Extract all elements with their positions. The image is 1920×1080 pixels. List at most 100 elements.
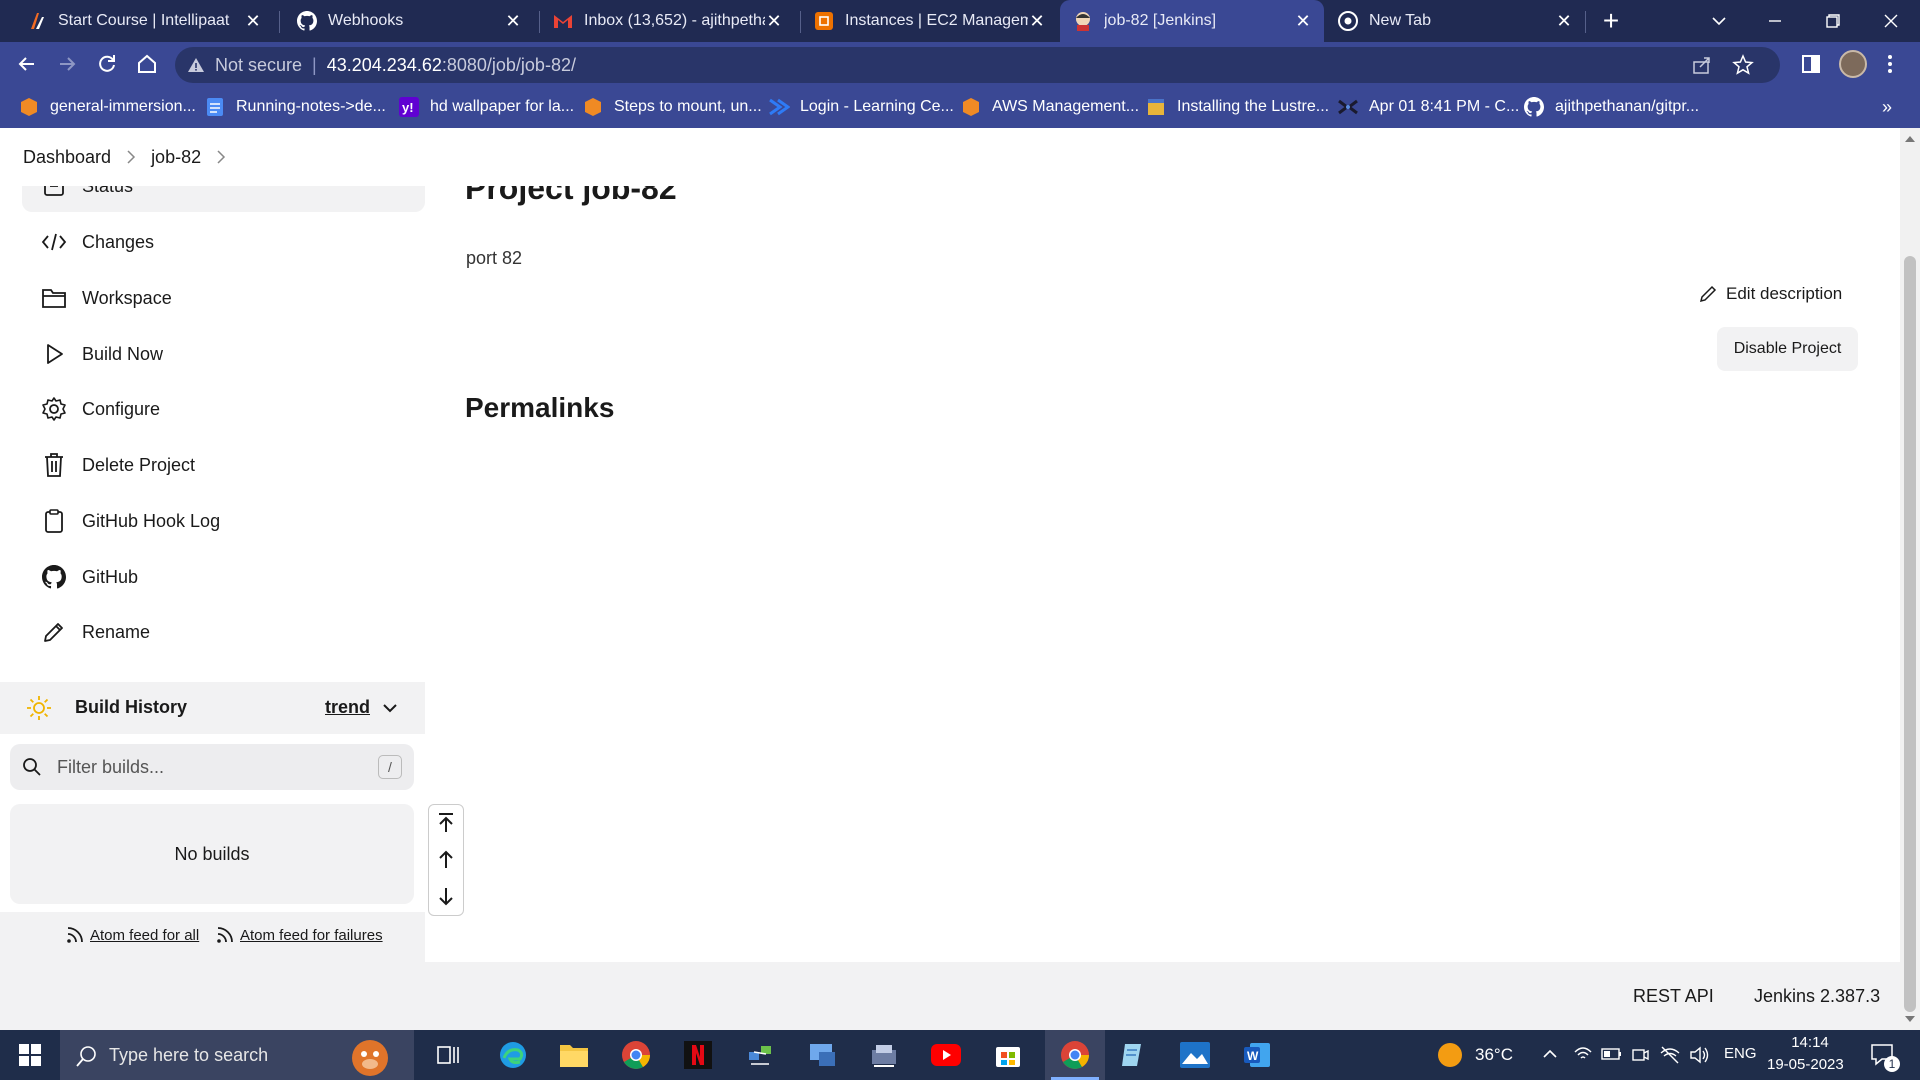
bookmark-apr-01[interactable]: Apr 01 8:41 PM - C... [1337,87,1519,127]
chevron-down-icon[interactable] [380,698,400,718]
side-item-rename[interactable]: Rename [40,610,150,654]
jenkins-version-link[interactable]: Jenkins 2.387.3 [1754,986,1880,1007]
tab-gmail[interactable]: Inbox (13,652) - ajithpethan ✕ [540,0,795,42]
filter-builds-input[interactable]: Filter builds... / [10,744,414,790]
word-icon[interactable]: W [1239,1037,1275,1073]
bookmark-label: Login - Learning Ce... [800,98,954,115]
profile-avatar[interactable] [1839,50,1867,78]
clock-time[interactable]: 14:14 [1775,1034,1845,1051]
atom-feed-failures-link[interactable]: Atom feed for failures [216,926,383,944]
arrow-down-icon[interactable] [435,885,457,909]
network-muted-icon[interactable] [1659,1045,1681,1065]
weather-temperature[interactable]: 36°C [1475,1045,1513,1065]
scroll-down-arrow-icon[interactable] [1905,1016,1915,1022]
breadcrumb: Dashboard job-82 [0,128,1900,186]
side-item-build-now[interactable]: Build Now [40,332,163,376]
reload-icon[interactable] [94,51,120,77]
page-scrollbar[interactable] [1900,128,1920,1030]
address-bar[interactable]: Not secure | 43.204.234.62 :8080/job/job… [175,47,1780,83]
share-icon[interactable] [1692,55,1712,75]
minimize-icon[interactable] [1762,8,1788,34]
bookmark-running-notes[interactable]: Running-notes->de... [204,87,386,127]
side-item-delete-project[interactable]: Delete Project [40,443,195,487]
restore-icon[interactable] [1820,8,1846,34]
tray-chevron-up-icon[interactable] [1541,1045,1559,1063]
new-tab-button[interactable]: + [1596,6,1626,36]
bookmark-login-learning[interactable]: Login - Learning Ce... [768,87,954,127]
arrow-up-icon[interactable] [435,847,457,871]
chrome-icon[interactable] [618,1037,654,1073]
disable-project-button[interactable]: Disable Project [1717,327,1858,371]
language-indicator[interactable]: ENG [1724,1045,1757,1062]
scroll-up-arrow-icon[interactable] [1905,136,1915,142]
side-item-github[interactable]: GitHub [40,555,138,599]
weather-sun-icon[interactable] [1438,1043,1462,1067]
close-icon[interactable]: ✕ [1555,11,1573,32]
scroll-to-top-icon[interactable] [435,811,457,835]
microsoft-store-icon[interactable] [990,1037,1026,1073]
wifi-icon[interactable] [1573,1045,1593,1063]
breadcrumb-dashboard[interactable]: Dashboard [23,147,111,168]
tab-jenkins-active[interactable]: job-82 [Jenkins] ✕ [1060,0,1324,42]
windows-start-icon[interactable] [12,1037,48,1073]
close-icon[interactable]: ✕ [1028,11,1046,32]
trend-link[interactable]: trend [325,697,370,718]
bookmark-general-immersion[interactable]: general-immersion... [18,87,196,127]
forward-arrow-icon[interactable] [54,51,80,77]
tab-search-chevron-icon[interactable] [1706,8,1732,34]
notification-count-badge: 1 [1884,1056,1900,1072]
task-view-icon[interactable] [430,1037,466,1073]
close-icon[interactable]: ✕ [504,11,522,32]
kebab-menu-icon[interactable] [1884,52,1896,76]
file-explorer-icon[interactable] [556,1037,592,1073]
bookmark-hd-wallpaper[interactable]: y! hd wallpaper for la... [398,87,574,127]
terminal-app-icon[interactable] [866,1037,902,1073]
bookmark-installing-lustre[interactable]: Installing the Lustre... [1145,87,1329,127]
network-app-icon[interactable] [742,1037,778,1073]
remote-desktop-icon[interactable] [804,1037,840,1073]
side-item-github-hook-log[interactable]: GitHub Hook Log [40,499,220,543]
tab-webhooks[interactable]: Webhooks ✕ [284,0,534,42]
side-item-workspace[interactable]: Workspace [40,276,172,320]
side-item-changes[interactable]: Changes [40,220,154,264]
bookmark-github-gitpr[interactable]: ajithpethanan/gitpr... [1523,87,1699,127]
clock-date[interactable]: 19-05-2023 [1767,1056,1844,1073]
window-close-icon[interactable] [1878,8,1904,34]
bookmark-steps-to-mount[interactable]: Steps to mount, un... [582,87,762,127]
youtube-icon[interactable] [928,1037,964,1073]
bookmark-label: ajithpethanan/gitpr... [1555,98,1700,115]
edge-browser-icon[interactable] [495,1037,531,1073]
chevron-right-icon[interactable] [215,149,227,165]
edit-description-link[interactable]: Edit description [1698,284,1842,304]
side-item-label: Rename [82,621,151,642]
taskbar-active-chrome[interactable] [1045,1030,1105,1080]
warning-triangle-icon[interactable] [187,56,205,74]
battery-icon[interactable] [1601,1046,1623,1062]
close-icon[interactable]: ✕ [244,11,262,32]
home-icon[interactable] [134,51,160,77]
netflix-icon[interactable] [680,1037,716,1073]
photos-icon[interactable] [1177,1037,1213,1073]
scrollbar-thumb[interactable] [1904,256,1916,1012]
atom-feed-all-link[interactable]: Atom feed for all [66,926,199,944]
tab-intellipaat[interactable]: Start Course | Intellipaat ✕ [14,0,274,42]
side-panel-icon[interactable] [1800,53,1822,75]
rest-api-link[interactable]: REST API [1633,986,1714,1007]
code-icon [40,228,68,256]
atom-feed-all-label: Atom feed for all [90,926,200,944]
bookmarks-overflow-button[interactable]: » [1882,87,1892,127]
tab-ec2[interactable]: Instances | EC2 Managemen ✕ [801,0,1058,42]
close-icon[interactable]: ✕ [765,11,783,32]
taskbar-search-box[interactable]: Type here to search [60,1030,414,1080]
star-icon[interactable] [1732,54,1754,76]
side-item-configure[interactable]: Configure [40,387,160,431]
notepad-icon[interactable] [1115,1037,1151,1073]
meet-now-icon[interactable] [1630,1045,1650,1065]
tab-new-tab[interactable]: New Tab ✕ [1325,0,1585,42]
volume-icon[interactable] [1689,1045,1711,1065]
breadcrumb-job[interactable]: job-82 [151,147,201,168]
security-label[interactable]: Not secure [215,55,302,76]
back-arrow-icon[interactable] [14,51,40,77]
bookmark-aws-management[interactable]: AWS Management... [960,87,1139,127]
close-icon[interactable]: ✕ [1294,11,1312,32]
